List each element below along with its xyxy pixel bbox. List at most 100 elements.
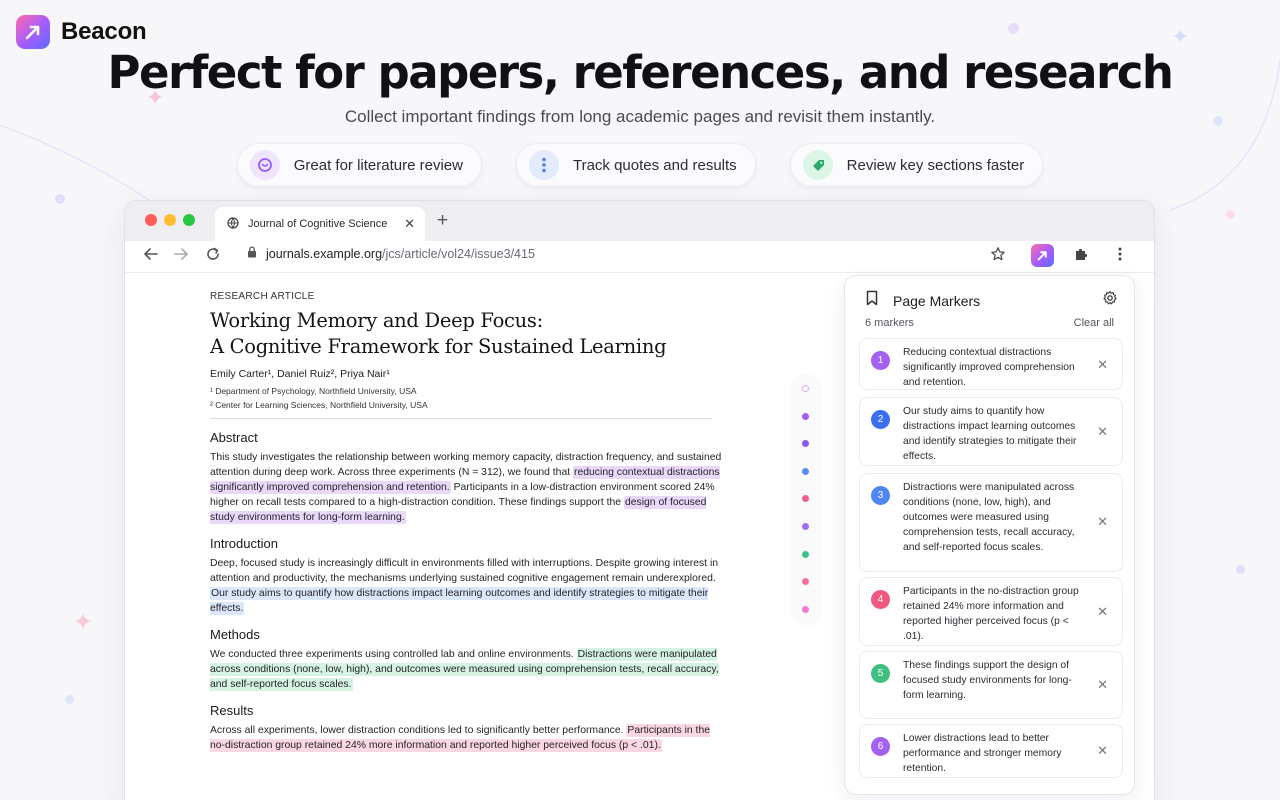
remove-marker-icon[interactable]: ✕ <box>1097 357 1108 372</box>
section-heading-introduction: Introduction <box>210 536 278 551</box>
new-tab-icon[interactable]: + <box>437 210 448 232</box>
section-heading-results: Results <box>210 703 254 718</box>
abstract-paragraph: This study investigates the relationship… <box>210 452 722 524</box>
url-domain: journals.example.org <box>266 246 383 261</box>
article: RESEARCH ARTICLE Working Memory and Deep… <box>210 291 730 753</box>
marker-number: 1 <box>871 351 890 370</box>
feature-pill-sections: Review key sections faster <box>789 143 1044 187</box>
bookmark-icon <box>865 290 879 311</box>
brand-name: Beacon <box>61 18 147 45</box>
decor-dot <box>1008 23 1019 34</box>
remove-marker-icon[interactable]: ✕ <box>1097 514 1108 529</box>
marker-number: 6 <box>871 737 890 756</box>
hero-title: Perfect for papers, references, and rese… <box>107 46 1174 99</box>
minimize-window-button[interactable] <box>164 214 176 226</box>
more-menu-icon[interactable] <box>1117 246 1123 267</box>
remove-marker-icon[interactable]: ✕ <box>1097 424 1108 439</box>
remove-marker-icon[interactable]: ✕ <box>1097 677 1108 692</box>
marker-count: 6 markers <box>865 317 914 329</box>
marker-card[interactable]: 4 Participants in the no-distraction gro… <box>859 577 1123 646</box>
rail-marker-dot[interactable] <box>802 412 809 420</box>
marker-text: These findings support the design of foc… <box>903 660 1072 701</box>
introduction-paragraph: Deep, focused study is increasingly diff… <box>210 558 719 615</box>
tab-bar: Journal of Cognitive Science ✕ + <box>125 201 1154 241</box>
marker-number: 5 <box>871 664 890 683</box>
decor-dot <box>65 695 74 704</box>
vertical-dots-icon <box>528 150 559 180</box>
rail-marker-dot[interactable] <box>802 550 809 558</box>
highlight-marker-2[interactable]: Our study aims to quantify how distracti… <box>210 587 709 615</box>
panel-header: Page Markers <box>865 290 1118 311</box>
globe-icon <box>227 216 239 232</box>
marker-text: Lower distractions lead to better perfor… <box>903 733 1062 774</box>
feature-pill-quotes: Track quotes and results <box>515 143 756 187</box>
feature-label: Great for literature review <box>293 156 463 174</box>
marker-text: Reducing contextual distractions signifi… <box>903 347 1075 388</box>
feature-label: Review key sections faster <box>846 156 1025 174</box>
focus-circle-icon <box>249 150 280 180</box>
marker-card[interactable]: 5 These findings support the design of f… <box>859 651 1123 719</box>
marker-text: Our study aims to quantify how distracti… <box>903 406 1077 462</box>
results-paragraph: Across all experiments, lower distractio… <box>210 724 710 752</box>
article-affiliation: ² Center for Learning Sciences, Northfie… <box>210 400 428 410</box>
rail-marker-dot[interactable] <box>802 385 809 392</box>
marker-rail <box>791 374 821 624</box>
url-path: /jcs/article/vol24/issue3/415 <box>382 246 535 261</box>
reload-icon[interactable] <box>205 246 221 267</box>
rail-marker-dot[interactable] <box>802 440 809 448</box>
close-window-button[interactable] <box>145 214 157 226</box>
feature-pills: Great for literature review Track quotes… <box>0 143 1280 187</box>
close-tab-icon[interactable]: ✕ <box>404 216 415 232</box>
marker-card[interactable]: 2 Our study aims to quantify how distrac… <box>859 397 1123 466</box>
back-arrow-icon[interactable] <box>143 246 159 267</box>
tag-icon <box>802 150 833 180</box>
marker-number: 3 <box>871 486 890 505</box>
browser-window: Journal of Cognitive Science ✕ + journal… <box>124 200 1155 800</box>
rail-marker-dot[interactable] <box>802 495 809 503</box>
divider <box>210 418 712 419</box>
feature-label: Track quotes and results <box>572 156 737 174</box>
decor-sparkle-icon: ✦ <box>73 608 94 636</box>
marker-card[interactable]: 6 Lower distractions lead to better perf… <box>859 724 1123 778</box>
browser-tab[interactable]: Journal of Cognitive Science ✕ <box>215 207 425 241</box>
article-title-line: A Cognitive Framework for Sustained Lear… <box>210 335 667 358</box>
article-affiliation: ¹ Department of Psychology, Northfield U… <box>210 386 417 396</box>
panel-meta: 6 markers Clear all <box>865 317 1114 329</box>
rail-marker-dot[interactable] <box>802 467 809 475</box>
section-heading-methods: Methods <box>210 627 260 642</box>
decor-dot <box>1236 565 1245 574</box>
clear-all-button[interactable]: Clear all <box>1074 317 1114 329</box>
marker-card[interactable]: 3 Distractions were manipulated across c… <box>859 473 1123 572</box>
page-markers-panel: Page Markers 6 markers Clear all 1 Reduc… <box>844 275 1135 795</box>
settings-gear-icon[interactable] <box>1102 290 1118 311</box>
brand: Beacon <box>16 15 147 49</box>
marker-card[interactable]: 1 Reducing contextual distractions signi… <box>859 338 1123 390</box>
feature-pill-literature: Great for literature review <box>236 143 482 187</box>
marker-text: Distractions were manipulated across con… <box>903 482 1075 553</box>
rail-marker-dot[interactable] <box>802 523 809 530</box>
section-heading-abstract: Abstract <box>210 430 258 445</box>
remove-marker-icon[interactable]: ✕ <box>1097 604 1108 619</box>
marker-number: 2 <box>871 410 890 429</box>
rail-marker-dot[interactable] <box>802 578 809 586</box>
forward-arrow-icon[interactable] <box>173 246 189 267</box>
article-title: Working Memory and Deep Focus: A Cogniti… <box>210 308 730 360</box>
panel-title: Page Markers <box>893 292 981 309</box>
article-authors: Emily Carter¹, Daniel Ruiz², Priya Nair¹ <box>210 368 390 380</box>
bookmark-star-icon[interactable] <box>990 246 1006 267</box>
beacon-logo-icon <box>16 15 50 49</box>
beacon-extension-icon[interactable] <box>1031 244 1054 267</box>
maximize-window-button[interactable] <box>183 214 195 226</box>
lock-icon <box>247 246 257 261</box>
hero-subtitle: Collect important findings from long aca… <box>344 107 936 126</box>
remove-marker-icon[interactable]: ✕ <box>1097 743 1108 758</box>
address-bar[interactable]: journals.example.org/jcs/article/vol24/i… <box>247 246 535 261</box>
tab-title: Journal of Cognitive Science <box>248 218 388 230</box>
rail-marker-dot[interactable] <box>802 605 809 613</box>
browser-toolbar: journals.example.org/jcs/article/vol24/i… <box>125 241 1154 273</box>
marker-number: 4 <box>871 590 890 609</box>
article-kicker: RESEARCH ARTICLE <box>210 291 315 302</box>
methods-paragraph: We conducted three experiments using con… <box>210 648 719 691</box>
extensions-puzzle-icon[interactable] <box>1073 246 1089 267</box>
marker-text: Participants in the no-distraction group… <box>903 586 1079 642</box>
